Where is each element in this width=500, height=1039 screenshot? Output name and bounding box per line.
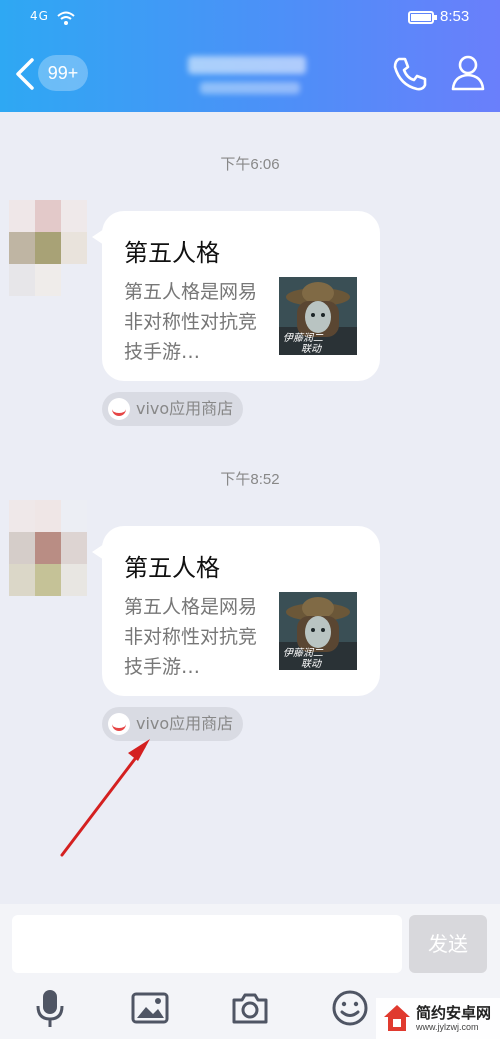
profile-icon[interactable] — [448, 52, 488, 92]
message-timestamp: 下午8:52 — [220, 471, 280, 488]
card-title: 第五人格 — [124, 554, 220, 582]
annotation-arrow-icon — [60, 739, 150, 857]
signal-indicator: 4G — [30, 9, 49, 23]
thumbnail-caption-line-1: 伊藤润二 — [283, 332, 324, 344]
game-thumbnail: 伊藤润二 联动 — [279, 277, 357, 355]
send-button[interactable]: 发送 — [409, 915, 487, 973]
sender-avatar[interactable] — [9, 200, 87, 296]
watermark-url: www.jylzwj.com — [416, 1022, 479, 1032]
card-description: 第五人格是网易非对称性对抗竞技手游… — [124, 596, 258, 678]
emoji-icon[interactable] — [330, 988, 370, 1028]
battery-icon — [408, 11, 437, 24]
back-arrow-icon[interactable] — [12, 54, 40, 94]
watermark-logo-icon — [384, 1005, 410, 1031]
message-input[interactable] — [12, 915, 402, 973]
watermark-name: 简约安卓网 — [416, 1004, 492, 1022]
image-icon[interactable] — [130, 988, 170, 1028]
wifi-icon — [57, 11, 75, 25]
app-source-label: vivo应用商店 — [136, 714, 234, 733]
unread-count-badge[interactable]: 99+ — [38, 55, 88, 91]
camera-icon[interactable] — [230, 988, 270, 1028]
card-description: 第五人格是网易非对称性对抗竞技手游… — [124, 281, 258, 363]
status-bar: 4G 8:53 — [0, 0, 500, 34]
shared-app-card[interactable]: 第五人格 第五人格是网易非对称性对抗竞技手游… 伊藤润二 联动 — [92, 526, 380, 696]
chat-header: 4G 8:53 99+ — [0, 0, 500, 112]
vivo-store-icon — [108, 713, 130, 735]
app-source-tag[interactable]: vivo应用商店 — [102, 392, 244, 426]
contact-status-blurred — [200, 82, 300, 94]
sender-avatar[interactable] — [9, 500, 87, 596]
app-source-label: vivo应用商店 — [136, 399, 234, 418]
status-time: 8:53 — [440, 8, 470, 25]
message-timestamp: 下午6:06 — [220, 156, 280, 173]
card-title: 第五人格 — [124, 239, 220, 267]
microphone-icon[interactable] — [30, 988, 70, 1028]
phone-call-icon[interactable] — [390, 54, 430, 94]
vivo-store-icon — [108, 398, 130, 420]
thumbnail-caption-line-2: 联动 — [301, 343, 322, 355]
thumbnail-caption-line-2: 联动 — [301, 658, 322, 670]
thumbnail-caption-line-1: 伊藤润二 — [283, 647, 324, 659]
contact-name-blurred — [188, 56, 306, 74]
game-thumbnail: 伊藤润二 联动 — [279, 592, 357, 670]
shared-app-card[interactable]: 第五人格 第五人格是网易非对称性对抗竞技手游… 伊藤润二 联动 — [92, 211, 380, 381]
site-watermark: 简约安卓网 www.jylzwj.com — [376, 998, 500, 1039]
